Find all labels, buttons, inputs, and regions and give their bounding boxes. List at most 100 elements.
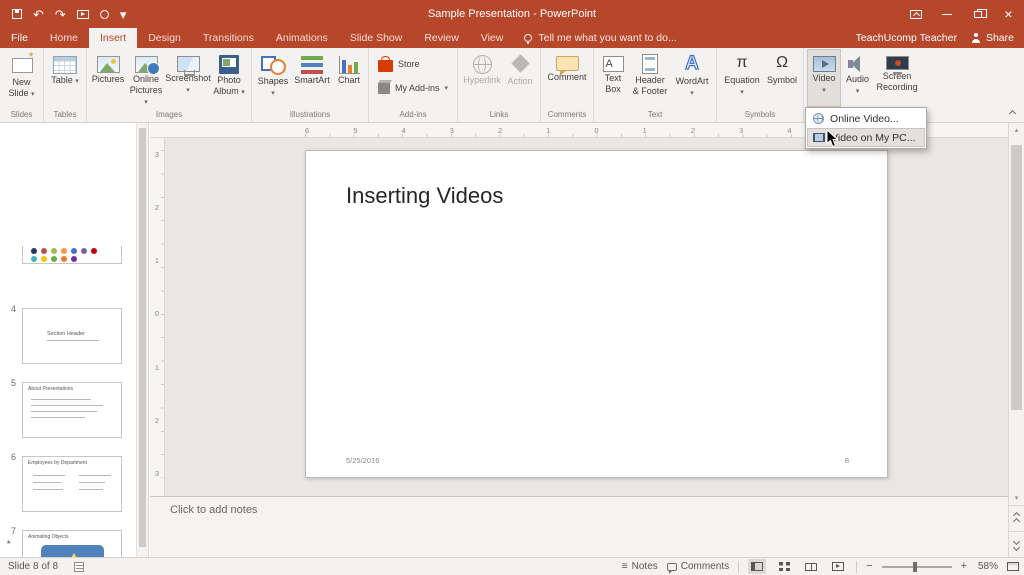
- ribbon-tab-bar: File Home Insert Design Transitions Anim…: [0, 28, 1024, 48]
- proofing-icon[interactable]: [74, 561, 85, 572]
- slide-canvas[interactable]: Inserting Videos 5/25/2016 8: [305, 150, 888, 478]
- audio-icon: [847, 55, 868, 73]
- text-box-icon: A: [602, 56, 624, 72]
- symbol-button[interactable]: Ω Symbol: [764, 49, 800, 107]
- symbol-icon: Ω: [776, 54, 789, 71]
- collapse-ribbon-button[interactable]: [1006, 108, 1018, 118]
- thumbnail-slide-5[interactable]: About Presentations: [22, 382, 122, 438]
- comments-toggle-button[interactable]: Comments: [666, 561, 729, 574]
- zoom-slider[interactable]: [881, 561, 952, 572]
- slide-thumbnail-panel: 4 Section Header 5 About Presentations 6…: [0, 123, 136, 557]
- screenshot-button[interactable]: Screenshot ▾: [165, 49, 211, 107]
- thumbnail-panel-scrollbar[interactable]: [136, 123, 149, 557]
- minimize-button[interactable]: [931, 0, 962, 28]
- my-addins-icon: [378, 82, 390, 94]
- powerpoint-window: ↶ ↷ ▾ Sample Presentation - PowerPoint ×…: [0, 0, 1024, 575]
- wordart-button[interactable]: A WordArt ▾: [671, 49, 713, 107]
- slide-number-placeholder: 8: [844, 456, 849, 465]
- scrollbar-track[interactable]: [1009, 137, 1024, 491]
- thumbnail-slide-3[interactable]: [22, 246, 122, 264]
- notes-toggle-button[interactable]: ≡ Notes: [622, 561, 658, 572]
- comment-icon: [555, 56, 579, 76]
- slide-sorter-view-button[interactable]: [775, 559, 793, 574]
- zoom-in-button[interactable]: +: [961, 561, 967, 572]
- thumbnail-slide-6[interactable]: Employees by Department: [22, 456, 122, 512]
- tab-slide-show[interactable]: Slide Show: [339, 28, 414, 48]
- table-icon: [53, 56, 77, 74]
- scrollbar-thumb[interactable]: [1011, 145, 1022, 410]
- zoom-percentage[interactable]: 58%: [976, 561, 998, 572]
- group-label-text: Text: [647, 110, 663, 119]
- slide-indicator[interactable]: Slide 8 of 8: [8, 561, 58, 572]
- tab-animations[interactable]: Animations: [265, 28, 339, 48]
- tab-review[interactable]: Review: [413, 28, 469, 48]
- account-name[interactable]: TeachUcomp Teacher: [856, 32, 957, 44]
- new-slide-button[interactable]: New Slide ▾: [3, 49, 40, 107]
- tell-me-box[interactable]: Tell me what you want to do...: [524, 28, 677, 48]
- pictures-button[interactable]: Pictures: [90, 49, 126, 107]
- photo-album-button[interactable]: Photo Album ▾: [210, 49, 248, 107]
- text-box-button[interactable]: A Text Box: [597, 49, 629, 107]
- touch-mode-icon[interactable]: [99, 9, 109, 19]
- close-button[interactable]: ×: [993, 0, 1024, 28]
- group-label-comments: Comments: [547, 110, 587, 119]
- new-slide-icon: [11, 49, 34, 76]
- online-pictures-button[interactable]: Online Pictures ▾: [126, 49, 166, 107]
- zoom-slider-thumb[interactable]: [913, 561, 918, 572]
- tab-view[interactable]: View: [470, 28, 515, 48]
- vertical-scrollbar[interactable]: ▴ ▾: [1008, 123, 1024, 557]
- statusbar-separator: [738, 560, 740, 573]
- start-from-beginning-icon[interactable]: [76, 9, 89, 19]
- menu-item-video-on-my-pc[interactable]: Video on My PC...: [807, 128, 926, 147]
- slide-title-text[interactable]: Inserting Videos: [346, 183, 503, 209]
- screen-recording-button[interactable]: Screen Recording: [874, 49, 920, 107]
- window-title: Sample Presentation - PowerPoint: [427, 8, 597, 20]
- title-bar: ↶ ↷ ▾ Sample Presentation - PowerPoint ×: [0, 0, 1024, 28]
- video-button[interactable]: Video ▾: [807, 49, 842, 107]
- restore-button[interactable]: [962, 0, 993, 28]
- thumbnail-number-7: 7: [10, 526, 16, 536]
- share-button[interactable]: Share: [971, 32, 1014, 44]
- scroll-down-button[interactable]: ▾: [1009, 491, 1024, 505]
- thumbnail-slide-4[interactable]: Section Header: [22, 308, 122, 364]
- table-button[interactable]: Table ▾: [47, 49, 83, 107]
- smartart-button[interactable]: SmartArt: [291, 49, 333, 107]
- my-addins-button[interactable]: My Add-ins ▾: [372, 76, 454, 100]
- store-button[interactable]: Store: [372, 52, 426, 76]
- equation-button[interactable]: π Equation ▾: [720, 49, 764, 107]
- shapes-button[interactable]: Shapes ▾: [255, 49, 291, 107]
- next-slide-button[interactable]: [1009, 531, 1024, 557]
- reading-view-button[interactable]: [802, 559, 820, 574]
- redo-icon[interactable]: ↷: [55, 8, 66, 21]
- ribbon-group-links: Hyperlink Action Links: [458, 48, 542, 122]
- chart-button[interactable]: Chart: [333, 49, 365, 107]
- tab-file[interactable]: File: [0, 28, 39, 48]
- tab-transitions[interactable]: Transitions: [192, 28, 265, 48]
- zoom-out-button[interactable]: −: [866, 561, 872, 572]
- comment-button[interactable]: Comment: [544, 49, 590, 107]
- previous-slide-button[interactable]: [1009, 505, 1024, 531]
- group-label-symbols: Symbols: [744, 110, 776, 119]
- audio-button[interactable]: Audio ▾: [841, 49, 874, 107]
- undo-icon[interactable]: ↶: [33, 8, 44, 21]
- scroll-up-button[interactable]: ▴: [1009, 123, 1024, 137]
- thumbnail-slide-7[interactable]: Animating Objects: [22, 530, 122, 557]
- ribbon: New Slide ▾ Slides Table ▾ Tables Pictur…: [0, 48, 1024, 149]
- ribbon-display-options-button[interactable]: [900, 0, 931, 28]
- slide-show-view-button[interactable]: [829, 559, 847, 574]
- fit-to-window-button[interactable]: [1007, 562, 1019, 571]
- notes-pane[interactable]: Click to add notes: [150, 496, 1008, 557]
- customize-qat-icon[interactable]: ▾: [120, 8, 127, 21]
- thumbnail-scrollbar-thumb[interactable]: [139, 128, 146, 547]
- shapes-icon: [260, 54, 286, 75]
- normal-view-button[interactable]: [748, 559, 767, 574]
- menu-item-online-video[interactable]: Online Video...: [807, 109, 925, 128]
- thumbnail-number-4: 4: [10, 304, 16, 314]
- tab-home[interactable]: Home: [39, 28, 89, 48]
- save-icon[interactable]: [12, 9, 22, 19]
- header-footer-button[interactable]: Header & Footer: [629, 49, 671, 107]
- tab-insert[interactable]: Insert: [88, 28, 138, 48]
- header-footer-icon: [642, 54, 659, 74]
- animation-star-icon[interactable]: ★: [6, 539, 11, 546]
- tab-design[interactable]: Design: [137, 28, 192, 48]
